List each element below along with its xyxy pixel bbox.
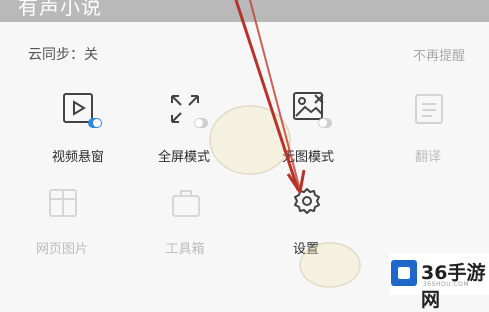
top-bar: 有声小说 [0, 0, 489, 22]
menu-item-label: 无图模式 [281, 150, 334, 165]
menu-item-label: 网页图片 [35, 242, 88, 257]
toolbox-icon [172, 190, 200, 217]
toggle-off-icon [318, 118, 332, 128]
toggle-off-icon [194, 118, 208, 128]
no-remind-button[interactable]: 不再提醒 [413, 45, 465, 64]
menu-item-no-image[interactable]: 无图模式 [268, 90, 348, 165]
page-title: 有声小说 [18, 0, 102, 19]
menu-item-settings[interactable]: 设置 [266, 186, 346, 257]
cloud-sync-status[interactable]: 云同步：关 [28, 44, 98, 64]
menu-item-web-images[interactable]: 网页图片 [22, 186, 102, 257]
translate-icon [415, 94, 443, 124]
menu-item-toolbox[interactable]: 工具箱 [145, 186, 225, 257]
menu-item-label: 工具箱 [165, 242, 205, 257]
settings-gear-icon [294, 188, 320, 214]
menu-item-label: 视频悬窗 [51, 150, 104, 165]
menu-item-label: 设置 [292, 242, 319, 257]
menu-item-label: 翻译 [414, 150, 441, 165]
menu-item-translate[interactable]: 翻译 [388, 92, 468, 165]
toggle-on-icon [88, 118, 102, 128]
watermark-site: 36SHOU.COM [423, 281, 470, 288]
brand-logo-icon [391, 260, 417, 286]
site-watermark: 36手游网 36SHOU.COM [389, 253, 489, 311]
menu-item-label: 全屏模式 [157, 150, 210, 165]
menu-item-fullscreen[interactable]: 全屏模式 [144, 92, 224, 165]
web-images-icon [49, 189, 77, 217]
menu-item-video-float[interactable]: 视频悬窗 [38, 92, 118, 165]
